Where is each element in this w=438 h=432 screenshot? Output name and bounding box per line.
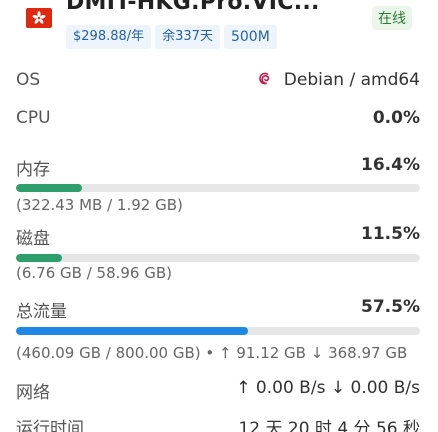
- cpu-value: 0.0%: [372, 108, 420, 128]
- network-label: 网络: [16, 383, 50, 403]
- price-tag: $298.88/年: [66, 25, 152, 49]
- traffic-label: 总流量: [16, 302, 67, 322]
- server-card: DMIT-HKG.Pro.VIC... 在线 $298.88/年 余337天 5…: [0, 0, 438, 432]
- uptime-label: 运行时间: [16, 419, 84, 432]
- network-value: ↑ 0.00 B/s ↓ 0.00 B/s: [236, 378, 420, 398]
- cpu-label: CPU: [16, 108, 51, 128]
- server-title[interactable]: DMIT-HKG.Pro.VIC...: [66, 0, 320, 15]
- server-tags: $298.88/年 余337天 500M: [66, 25, 277, 49]
- disk-detail: (6.76 GB / 58.96 GB): [16, 264, 172, 282]
- uptime-value: 12 天 20 时 4 分 56 秒: [238, 419, 420, 432]
- hong-kong-flag-icon: [26, 8, 52, 28]
- disk-label: 磁盘: [16, 229, 50, 249]
- memory-progress-bar: [16, 184, 420, 192]
- memory-detail: (322.43 MB / 1.92 GB): [16, 196, 183, 214]
- disk-progress-fill: [16, 254, 63, 262]
- disk-value: 11.5%: [361, 224, 420, 244]
- debian-icon: [258, 72, 269, 85]
- memory-progress-fill: [16, 184, 83, 192]
- memory-value: 16.4%: [361, 155, 420, 175]
- traffic-detail: (460.09 GB / 800.00 GB) • ↑ 91.12 GB ↓ 3…: [16, 344, 408, 362]
- disk-progress-bar: [16, 254, 420, 262]
- online-status-badge: 在线: [372, 6, 412, 30]
- traffic-progress-fill: [16, 327, 249, 335]
- memory-label: 内存: [16, 160, 50, 180]
- bandwidth-tag: 500M: [223, 25, 277, 49]
- remaining-days-tag: 余337天: [155, 25, 220, 49]
- os-value: Debian / amd64: [283, 70, 420, 90]
- traffic-value: 57.5%: [361, 297, 420, 317]
- os-label: OS: [16, 70, 41, 90]
- traffic-progress-bar: [16, 327, 420, 335]
- os-value-group: Debian / amd64: [256, 70, 420, 90]
